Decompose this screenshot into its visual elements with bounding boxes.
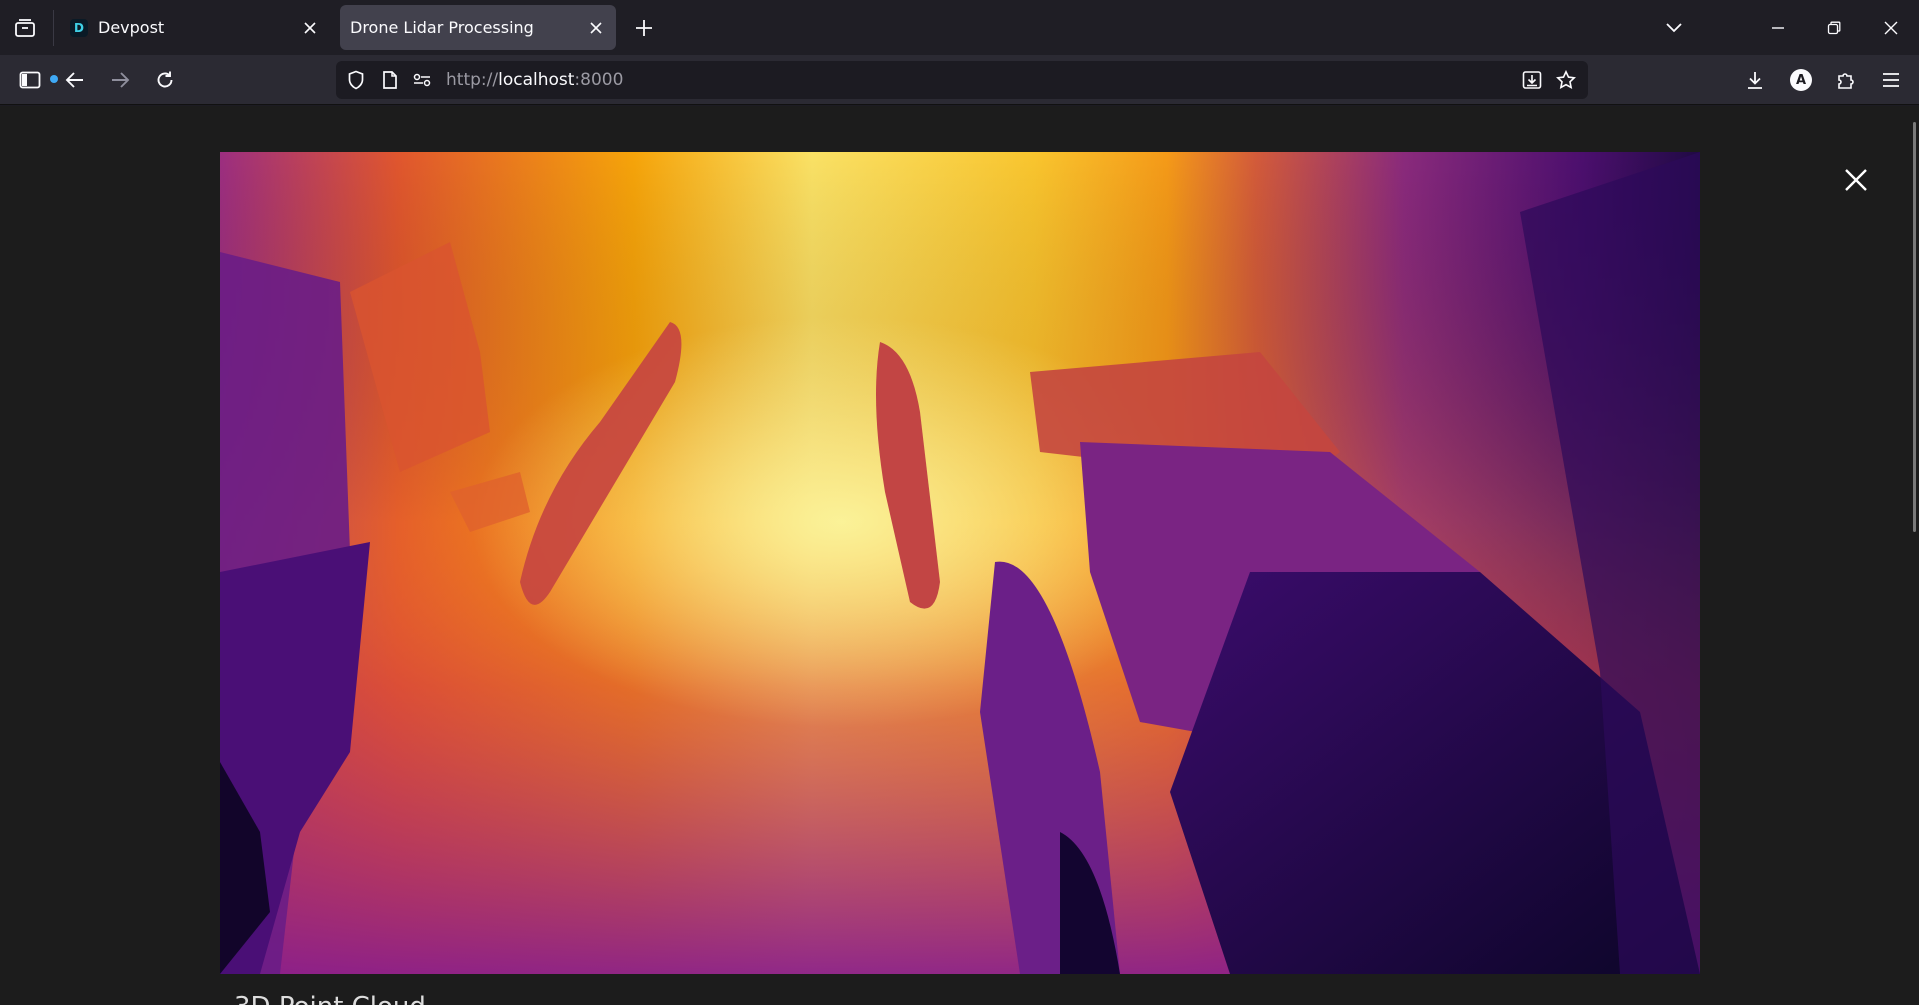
section-heading-3d-point-cloud: 3D Point Cloud: [234, 992, 426, 1005]
forward-arrow-icon[interactable]: [104, 64, 136, 96]
notification-dot-icon: [50, 75, 58, 83]
extensions-puzzle-icon[interactable]: [1830, 64, 1862, 96]
back-arrow-icon[interactable]: [59, 64, 91, 96]
navigation-toolbar: http://localhost:8000 A: [0, 55, 1919, 105]
bookmark-star-icon[interactable]: [1552, 66, 1580, 94]
new-tab-plus-icon[interactable]: [630, 14, 658, 42]
site-permissions-icon[interactable]: [408, 66, 436, 94]
vertical-scrollbar[interactable]: [1913, 122, 1916, 532]
devpost-favicon-icon: D: [70, 18, 88, 37]
account-avatar[interactable]: A: [1790, 69, 1812, 91]
tracking-protection-shield-icon[interactable]: [342, 66, 370, 94]
tab-separator: [53, 10, 54, 46]
tab-overflow-chevron-down-icon[interactable]: [1658, 12, 1690, 44]
tab-drone-lidar[interactable]: Drone Lidar Processing: [340, 5, 616, 50]
url-port: :8000: [574, 70, 624, 90]
sidebar-toggle-icon[interactable]: [14, 64, 58, 96]
page-content: 3D Point Cloud: [0, 106, 1919, 1005]
close-window-icon[interactable]: [1875, 12, 1907, 44]
restore-icon[interactable]: [1818, 12, 1850, 44]
close-tab-icon[interactable]: [586, 18, 606, 38]
page-info-document-icon[interactable]: [376, 66, 404, 94]
tab-title: Drone Lidar Processing: [350, 18, 534, 37]
reload-icon[interactable]: [149, 64, 181, 96]
close-modal-icon[interactable]: [1836, 160, 1876, 200]
depth-map-image: [220, 152, 1700, 974]
menu-hamburger-icon[interactable]: [1875, 64, 1907, 96]
downloads-icon[interactable]: [1739, 64, 1771, 96]
url-scheme: http://: [446, 70, 499, 90]
url-text[interactable]: http://localhost:8000: [446, 61, 623, 99]
tab-devpost[interactable]: D Devpost: [60, 5, 330, 50]
tab-strip: D Devpost Drone Lidar Processing: [0, 0, 1919, 55]
minimize-icon[interactable]: [1762, 12, 1794, 44]
url-host: localhost: [498, 70, 575, 90]
tab-title: Devpost: [98, 18, 165, 37]
close-tab-icon[interactable]: [300, 18, 320, 38]
save-to-device-icon[interactable]: [1518, 66, 1546, 94]
list-all-tabs-icon[interactable]: [10, 14, 40, 42]
address-bar[interactable]: http://localhost:8000: [336, 61, 1588, 99]
